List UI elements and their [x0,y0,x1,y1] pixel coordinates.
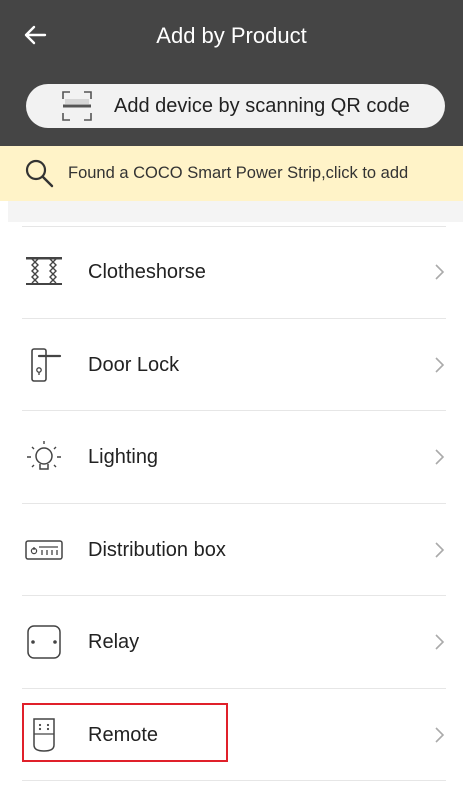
clotheshorse-icon [26,257,62,285]
chevron-right-icon [435,541,445,558]
category-label: Relay [88,631,140,653]
found-device-text: Found a COCO Smart Power Strip,click to … [68,164,409,182]
scan-qr-label: Add device by scanning QR code [114,95,410,117]
chevron-right-icon [435,726,445,743]
chevron-right-icon [435,449,445,465]
scan-qr-button[interactable]: Add device by scanning QR code [26,84,445,128]
search-icon [25,159,54,188]
app-header: Add by Product Add device by scanning QR… [0,0,463,146]
light-bulb-icon [27,441,61,470]
found-device-banner[interactable]: Found a COCO Smart Power Strip,click to … [0,146,463,201]
door-lock-icon [31,347,62,382]
section-gap [8,201,463,222]
category-list: Clotheshorse Door Lock Lighting Distribu… [0,226,463,781]
distribution-box-icon [25,539,63,560]
category-label: Remote [88,723,159,746]
category-label: Distribution box [88,538,226,561]
category-item-clotheshorse[interactable]: Clotheshorse [22,226,446,319]
category-label: Lighting [88,446,159,468]
category-item-lighting[interactable]: Lighting [22,411,446,504]
category-item-relay[interactable]: Relay [22,596,446,689]
remote-control-icon [33,717,55,752]
category-item-remote[interactable]: Remote [22,689,446,781]
chevron-right-icon [435,356,445,373]
chevron-right-icon [435,264,445,280]
category-label: Clotheshorse [88,261,206,283]
category-item-distribution-box[interactable]: Distribution box [22,504,446,596]
page-title: Add by Product [156,23,307,48]
category-label: Door Lock [88,353,180,376]
chevron-right-icon [435,634,445,650]
relay-icon [27,625,61,659]
category-item-door-lock[interactable]: Door Lock [22,319,446,411]
qr-scan-icon [62,91,92,121]
